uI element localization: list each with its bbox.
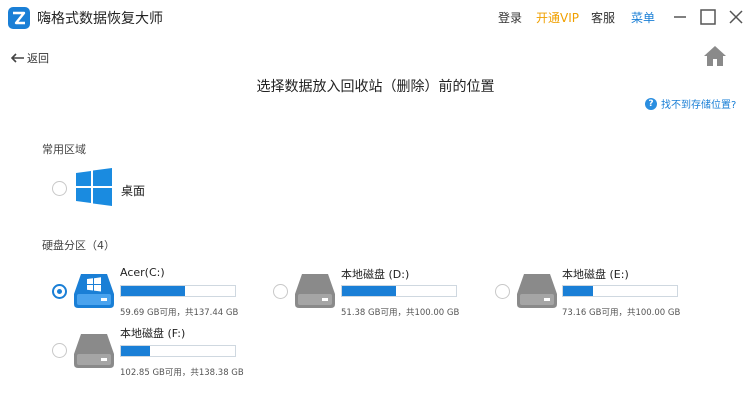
app-logo-icon — [8, 7, 30, 29]
hard-drive-icon — [517, 274, 557, 308]
drive-c-size: 59.69 GB可用，共137.44 GB — [120, 308, 239, 318]
drive-e-size: 73.16 GB可用，共100.00 GB — [562, 308, 681, 318]
drive-d-usage-fill — [342, 286, 396, 296]
desktop-label: 桌面 — [121, 184, 146, 198]
drive-e-name: 本地磁盘 (E:) — [562, 268, 629, 281]
back-button[interactable]: 返回 — [11, 50, 49, 66]
arrow-left-icon — [11, 53, 24, 63]
drive-d-name: 本地磁盘 (D:) — [341, 268, 410, 281]
app-title: 嗨格式数据恢复大师 — [37, 11, 163, 27]
drive-c-usage-bar — [120, 285, 236, 297]
drive-c-name: Acer(C:) — [120, 266, 165, 279]
drive-c-usage-fill — [121, 286, 185, 296]
menu-link[interactable]: 菜单 — [631, 9, 655, 26]
help-link[interactable]: ? 找不到存储位置? — [645, 96, 736, 111]
hard-drive-icon — [74, 334, 114, 368]
drive-f-name: 本地磁盘 (F:) — [120, 327, 186, 340]
drive-f-usage-bar — [120, 345, 236, 357]
drive-d-radio[interactable] — [273, 284, 288, 299]
vip-link[interactable]: 开通VIP — [536, 9, 579, 26]
windows-desktop-icon — [76, 168, 112, 206]
close-icon[interactable] — [727, 8, 745, 26]
drive-d-size: 51.38 GB可用，共100.00 GB — [341, 308, 460, 318]
title-bar: 嗨格式数据恢复大师 登录 开通VIP 客服 菜单 — [0, 0, 751, 36]
drive-f-size: 102.85 GB可用，共138.38 GB — [120, 368, 244, 378]
drive-partitions-header: 硬盘分区（4） — [42, 239, 115, 252]
maximize-icon[interactable] — [699, 8, 717, 26]
page-title: 选择数据放入回收站（删除）前的位置 — [256, 79, 495, 95]
drive-e-usage-fill — [563, 286, 593, 296]
desktop-radio[interactable] — [52, 181, 67, 196]
back-label: 返回 — [27, 52, 49, 65]
hard-drive-icon — [295, 274, 335, 308]
customer-service-link[interactable]: 客服 — [591, 9, 615, 26]
help-icon: ? — [645, 97, 657, 110]
common-area-header: 常用区域 — [42, 143, 86, 156]
help-label: 找不到存储位置? — [661, 100, 737, 111]
drive-f-radio[interactable] — [52, 343, 67, 358]
drive-d-usage-bar — [341, 285, 457, 297]
login-link[interactable]: 登录 — [498, 9, 522, 26]
drive-f-usage-fill — [121, 346, 150, 356]
drive-e-radio[interactable] — [495, 284, 510, 299]
minimize-icon[interactable] — [671, 8, 689, 26]
home-icon[interactable] — [703, 45, 727, 67]
system-drive-icon — [74, 274, 114, 308]
drive-c-radio[interactable] — [52, 284, 67, 299]
drive-e-usage-bar — [562, 285, 678, 297]
